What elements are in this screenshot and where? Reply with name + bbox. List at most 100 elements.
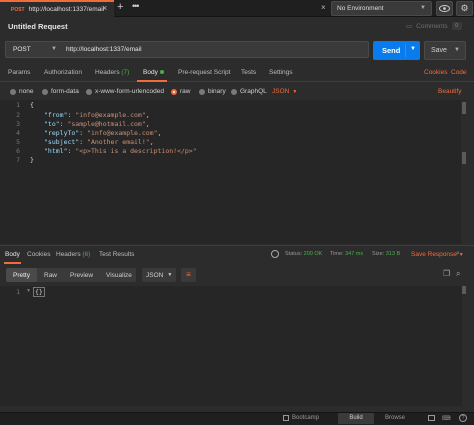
view-preview-button[interactable]: Preview <box>63 268 100 282</box>
radio-icon <box>86 88 92 95</box>
view-visualize-button[interactable]: Visualize <box>99 268 139 282</box>
globe-icon[interactable] <box>271 250 279 258</box>
line-number: 1 <box>16 101 20 109</box>
line-number: 6 <box>16 147 20 155</box>
wrap-lines-icon[interactable]: ≡ <box>181 268 196 282</box>
close-icon[interactable]: × <box>102 3 107 13</box>
method-select[interactable]: POST ▼ <box>5 41 63 58</box>
response-headers-count: (6) <box>82 251 91 258</box>
json-key: "from" <box>44 111 68 119</box>
environment-select[interactable]: No Environment ▼ <box>331 1 432 16</box>
response-tab-cookies[interactable]: Cookies <box>27 251 50 258</box>
size-value[interactable]: 313 B <box>386 251 400 257</box>
environment-label: No Environment <box>337 5 384 12</box>
chevron-down-icon: ▼ <box>420 5 426 11</box>
body-type-form-data[interactable]: form-data <box>42 88 79 95</box>
time-value[interactable]: 347 ms <box>345 251 363 257</box>
keyboard-icon[interactable]: ⌨ <box>442 415 451 422</box>
bootcamp-icon <box>283 415 289 421</box>
url-value: http://localhost:1337/email <box>66 46 142 53</box>
body-type-graphql[interactable]: GraphQL <box>231 88 267 95</box>
chevron-down-icon: ▼ <box>292 88 298 95</box>
fold-icon[interactable]: ▼ <box>26 288 31 294</box>
view-pretty-button[interactable]: Pretty <box>6 268 37 282</box>
scroll-thumb[interactable] <box>462 286 466 294</box>
browse-button[interactable]: Browse <box>376 413 414 424</box>
close-icon[interactable]: × <box>321 3 326 12</box>
code-line: "html": "<p>This is a description!</p>" <box>44 147 197 155</box>
tab-headers[interactable]: Headers (7) <box>95 69 129 76</box>
chevron-down-icon[interactable]: ▼ <box>454 47 460 53</box>
tab-params[interactable]: Params <box>8 69 30 76</box>
line-number: 5 <box>16 138 20 146</box>
tab-prerequest-script[interactable]: Pre-request Script <box>178 69 230 76</box>
body-type-none[interactable]: none <box>10 88 33 95</box>
active-tab-indicator <box>137 80 167 82</box>
response-body-viewer[interactable] <box>0 286 462 406</box>
headers-count: (7) <box>121 69 130 76</box>
response-size: Size: 313 B <box>372 251 400 257</box>
tab-authorization[interactable]: Authorization <box>44 69 82 76</box>
radio-label: binary <box>208 88 226 95</box>
radio-selected-icon <box>171 88 177 95</box>
tab-settings[interactable]: Settings <box>269 69 293 76</box>
copy-icon[interactable]: ❐ <box>443 269 450 278</box>
tab-tests[interactable]: Tests <box>241 69 256 76</box>
body-type-binary[interactable]: binary <box>199 88 226 95</box>
save-label: Save <box>431 47 447 54</box>
comments-button[interactable]: ▭ Comments 0 <box>406 22 462 30</box>
environment-quick-look-button[interactable] <box>436 1 453 16</box>
response-status: Status: 200 OK <box>285 251 322 257</box>
body-type-urlencoded[interactable]: x-www-form-urlencoded <box>86 88 164 95</box>
json-key: "replyTo" <box>44 129 80 137</box>
request-tab-method: POST <box>11 6 25 13</box>
editor-scrollbar[interactable] <box>461 100 467 244</box>
code-line: } <box>30 156 34 164</box>
response-tab-test-results[interactable]: Test Results <box>99 251 134 258</box>
time-label: Time: <box>330 251 344 257</box>
save-button[interactable]: Save ▼ <box>424 41 466 60</box>
line-number: 4 <box>16 129 20 137</box>
json-key: "subject" <box>44 138 80 146</box>
send-button[interactable]: Send ▼ <box>373 41 420 60</box>
body-indicator-dot <box>159 70 164 75</box>
radio-label: GraphQL <box>240 88 267 95</box>
response-tab-headers[interactable]: Headers (6) <box>56 251 90 258</box>
bootcamp-button[interactable]: Bootcamp <box>283 415 319 421</box>
chevron-down-icon[interactable]: ▼ <box>410 46 416 52</box>
response-format-select[interactable]: JSON ▼ <box>142 268 176 282</box>
response-tab-body[interactable]: Body <box>5 251 20 258</box>
size-label: Size: <box>372 251 385 257</box>
json-value: "info@example.com" <box>87 129 158 137</box>
line-number: 1 <box>16 288 20 296</box>
body-type-raw[interactable]: raw <box>171 88 190 95</box>
radio-label: raw <box>180 88 191 95</box>
view-raw-button[interactable]: Raw <box>37 268 64 282</box>
line-number: 7 <box>16 156 20 164</box>
chevron-down-icon: ▼ <box>51 46 57 52</box>
gear-icon[interactable]: ⚙ <box>456 1 473 16</box>
search-icon[interactable]: ⌕ <box>456 250 460 258</box>
request-tab[interactable]: POST http://localhost:1337/email <box>0 0 114 17</box>
radio-label: form-data <box>51 88 79 95</box>
body-format-select[interactable]: JSON ▼ <box>272 86 302 97</box>
status-value[interactable]: 200 OK <box>304 251 323 257</box>
layout-icon[interactable] <box>428 415 435 421</box>
tab-body[interactable]: Body <box>143 69 164 76</box>
response-scrollbar[interactable] <box>461 286 467 316</box>
help-icon[interactable]: ? <box>459 414 467 422</box>
code-line: { <box>30 101 34 109</box>
add-tab-icon[interactable]: + <box>117 1 123 13</box>
code-link[interactable]: Code <box>451 69 467 76</box>
beautify-link[interactable]: Beautify <box>438 88 462 95</box>
build-button[interactable]: Build <box>338 413 374 424</box>
request-title[interactable]: Untitled Request <box>8 22 68 31</box>
search-icon[interactable]: ⌕ <box>456 269 460 279</box>
radio-icon <box>42 88 48 95</box>
url-input[interactable]: http://localhost:1337/email <box>60 41 369 58</box>
pane-divider[interactable] <box>0 245 474 246</box>
radio-icon <box>231 88 237 95</box>
scroll-thumb[interactable] <box>462 102 466 114</box>
cookies-link[interactable]: Cookies <box>424 69 447 76</box>
more-icon[interactable]: ••• <box>132 1 140 11</box>
